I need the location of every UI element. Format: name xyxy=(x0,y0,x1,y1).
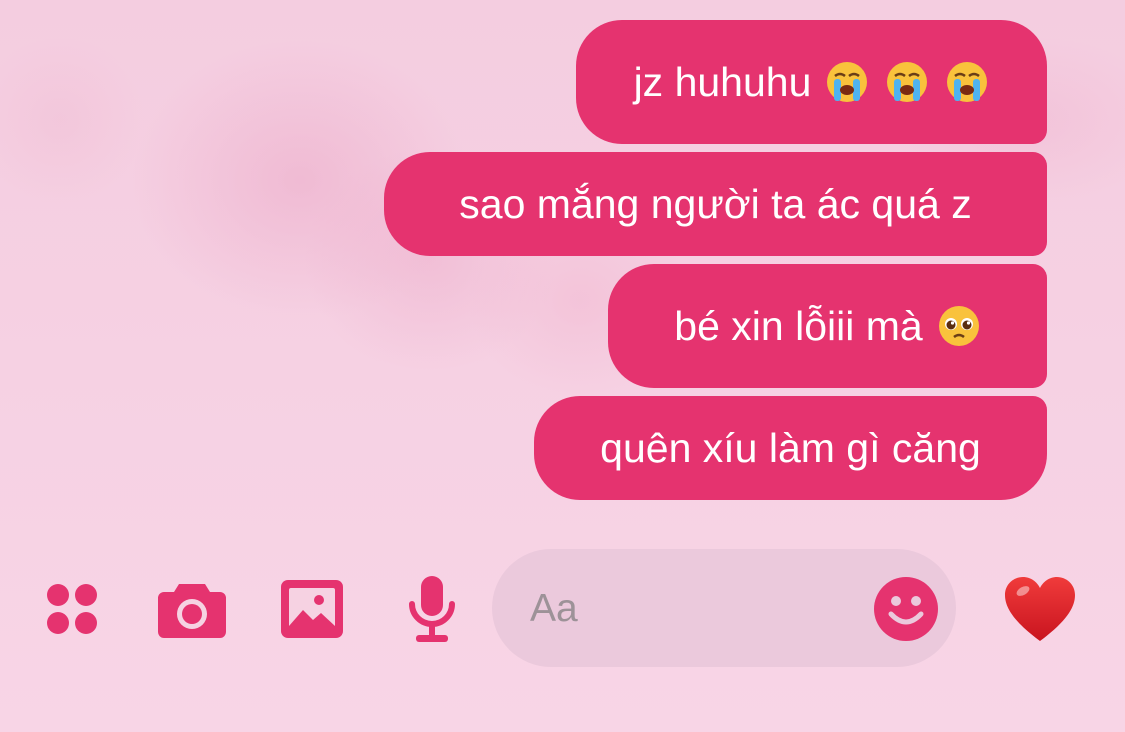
message-bubble[interactable]: sao mắng người ta ác quá z xyxy=(384,152,1047,256)
message-text: sao mắng người ta ác quá z xyxy=(459,180,972,227)
image-icon[interactable] xyxy=(276,575,348,643)
message-input[interactable] xyxy=(528,579,862,639)
message-composer xyxy=(492,549,956,667)
apps-grid-icon[interactable] xyxy=(40,577,104,641)
microphone-icon[interactable] xyxy=(400,572,464,646)
loudly-crying-face-icon xyxy=(947,62,988,102)
message-bubble[interactable]: bé xin lỗiii mà xyxy=(608,264,1047,388)
message-text: quên xíu làm gì căng xyxy=(600,424,981,471)
heart-icon[interactable] xyxy=(1000,572,1080,646)
message-text: bé xin lỗiii mà xyxy=(674,302,923,349)
camera-icon[interactable] xyxy=(154,575,230,643)
pleading-face-icon xyxy=(938,306,979,346)
loudly-crying-face-icon xyxy=(827,62,868,102)
message-bubble[interactable]: jz huhuhu xyxy=(576,20,1047,144)
message-bubble[interactable]: quên xíu làm gì căng xyxy=(534,396,1047,500)
loudly-crying-face-icon xyxy=(887,62,928,102)
message-text: jz huhuhu xyxy=(633,58,812,105)
emoji-icon[interactable] xyxy=(872,575,940,643)
